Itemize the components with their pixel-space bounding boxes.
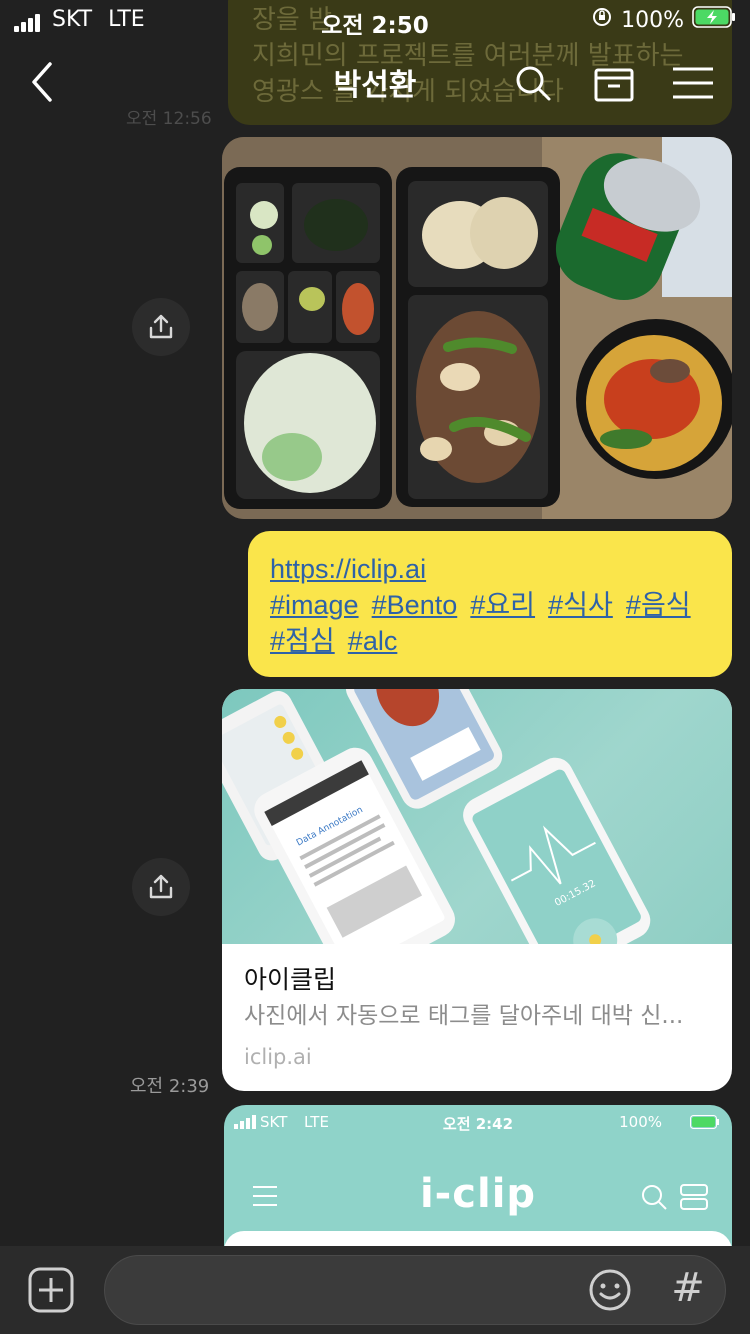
hashtag-link[interactable]: #image xyxy=(270,590,359,620)
hashtag-link[interactable]: #식사 xyxy=(548,590,613,620)
hashtag-link[interactable]: #alc xyxy=(348,626,398,656)
menu-icon xyxy=(673,67,713,99)
chat-area[interactable]: 장을 받 지희민의 프로젝트를 여러분께 발표하는 영광스 를 가지게 되었습니… xyxy=(0,0,750,1246)
message-input[interactable] xyxy=(104,1255,726,1325)
screenshot-search-icon xyxy=(640,1183,668,1215)
link-preview-domain: iclip.ai xyxy=(244,1045,312,1069)
chat-title: 박선환 xyxy=(333,68,417,103)
screenshot-content-sheet xyxy=(224,1231,732,1246)
hashtag-link[interactable]: #요리 xyxy=(470,590,535,620)
share-button[interactable] xyxy=(132,298,190,356)
tag-line-2: #점심 #alc xyxy=(270,623,710,659)
link-preview-text: 아이클립 사진에서 자동으로 태그를 달아주네 대박 신... iclip.ai xyxy=(244,961,710,1069)
emoji-button[interactable] xyxy=(588,1268,632,1312)
bento-photo-illustration xyxy=(222,137,732,519)
share-icon xyxy=(149,314,173,339)
plus-icon xyxy=(28,1267,74,1313)
hashtag-link[interactable]: #점심 xyxy=(270,626,335,656)
message-time: 오전 2:39 xyxy=(130,1076,210,1097)
screenshot-battery-icon xyxy=(690,1115,720,1133)
drawer-icon xyxy=(594,68,634,102)
status-bar: SKT LTE 오전 2:50 100% xyxy=(0,0,750,40)
share-icon xyxy=(149,874,173,899)
rotation-lock-icon xyxy=(591,6,613,34)
hashtag-link[interactable]: #음식 xyxy=(626,590,691,620)
link-preview-title: 아이클립 xyxy=(244,965,337,994)
search-button[interactable] xyxy=(514,64,554,104)
link-preview-image: Data Annotation 00:15.32 xyxy=(222,689,732,944)
tag-message-bubble[interactable]: https://iclip.ai #image #Bento #요리 #식사 #… xyxy=(248,531,732,677)
battery-percent: 100% xyxy=(621,7,684,33)
app-mockup-illustration: Data Annotation 00:15.32 xyxy=(222,689,651,944)
screenshot-image[interactable]: SKT LTE 오전 2:42 100% i-clip xyxy=(224,1105,732,1246)
screenshot-status-bar: SKT LTE 오전 2:42 100% xyxy=(224,1111,732,1139)
screenshot-battery: 100% xyxy=(619,1113,662,1131)
battery-icon xyxy=(692,6,736,34)
emoticon-icon xyxy=(589,1269,631,1311)
link-preview-card[interactable]: Data Annotation 00:15.32 아이클립 사진에서 자동으로 … xyxy=(222,689,732,1091)
message-input-bar: # xyxy=(0,1246,750,1334)
hashtag-link[interactable]: #Bento xyxy=(372,590,458,620)
search-icon xyxy=(516,66,551,101)
chat-header: 박선환 xyxy=(0,50,750,120)
link-preview-description: 사진에서 자동으로 태그를 달아주네 대박 신... xyxy=(244,1003,684,1029)
tag-line-1: #image #Bento #요리 #식사 #음식 xyxy=(270,587,710,623)
screenshot-list-icon xyxy=(680,1183,708,1215)
bento-photo[interactable] xyxy=(222,137,732,519)
hashtag-search-button[interactable]: # xyxy=(668,1260,708,1316)
menu-button[interactable] xyxy=(672,66,716,102)
share-button[interactable] xyxy=(132,858,190,916)
drawer-button[interactable] xyxy=(594,64,636,106)
link-url[interactable]: https://iclip.ai xyxy=(270,551,710,587)
attach-button[interactable] xyxy=(28,1267,74,1313)
